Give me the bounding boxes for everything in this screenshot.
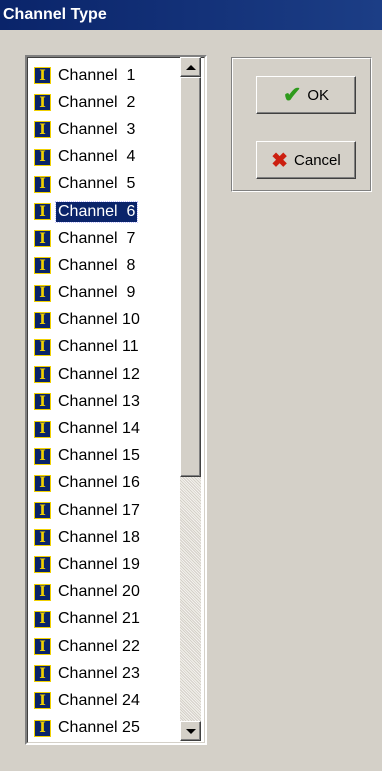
list-item-label: Channel 14 xyxy=(58,420,140,438)
list-item-label: Channel 16 xyxy=(58,474,140,492)
list-item[interactable]: I Channel 1 xyxy=(34,62,179,89)
list-item-label: Channel 2 xyxy=(58,93,136,111)
list-item-label: Channel 21 xyxy=(58,610,140,628)
list-item[interactable]: I Channel 16 xyxy=(34,470,179,497)
list-item-label: Channel 11 xyxy=(58,338,139,356)
channel-type-icon: I xyxy=(34,67,51,85)
channel-type-icon: I xyxy=(34,474,51,492)
channel-type-icon: I xyxy=(34,230,51,248)
list-item[interactable]: I Channel 24 xyxy=(34,687,179,714)
list-item-partial[interactable] xyxy=(34,742,179,743)
channel-type-icon: I xyxy=(34,366,51,384)
list-item[interactable]: I Channel 25 xyxy=(34,715,179,742)
list-item[interactable]: I Channel 22 xyxy=(34,633,179,660)
list-item[interactable]: I Channel 21 xyxy=(34,606,179,633)
channel-type-icon: I xyxy=(34,719,51,737)
list-item[interactable]: I Channel 7 xyxy=(34,225,179,252)
cancel-button-label: Cancel xyxy=(294,151,341,169)
channel-type-icon: I xyxy=(34,692,51,710)
window-title: Channel Type xyxy=(3,6,107,23)
list-item[interactable]: I Channel 14 xyxy=(34,415,179,442)
window-title-bar: Channel Type xyxy=(0,0,382,30)
channel-type-icon: I xyxy=(34,447,51,465)
channel-type-icon: I xyxy=(34,610,51,628)
list-item[interactable]: I Channel 3 xyxy=(34,116,179,143)
list-item-label: Channel 24 xyxy=(58,691,140,709)
list-item[interactable]: I Channel 23 xyxy=(34,660,179,687)
list-item[interactable]: I Channel 6 xyxy=(34,198,179,225)
list-item-label: Channel 4 xyxy=(58,148,136,166)
list-item[interactable]: I Channel 12 xyxy=(34,361,179,388)
list-item[interactable]: I Channel 18 xyxy=(34,524,179,551)
cancel-button[interactable]: ✖ Cancel xyxy=(256,141,356,179)
list-item[interactable]: I Channel 5 xyxy=(34,171,179,198)
list-item-label: Channel 20 xyxy=(58,583,140,601)
list-item[interactable]: I Channel 11 xyxy=(34,334,179,361)
channel-listbox[interactable]: I Channel 1 I Channel 2 I Channel 3 I Channel 4… xyxy=(25,55,207,745)
x-icon: ✖ xyxy=(271,149,289,172)
scroll-down-button[interactable] xyxy=(180,721,201,741)
list-item-label: Channel 6 xyxy=(54,200,139,223)
list-item[interactable]: I Channel 20 xyxy=(34,579,179,606)
list-item-label: Channel 9 xyxy=(58,284,136,302)
list-item-label: Channel 23 xyxy=(58,664,140,682)
list-item-label: Channel 13 xyxy=(58,392,140,410)
list-item-label: Channel 3 xyxy=(58,120,136,138)
ok-button[interactable]: ✔ OK xyxy=(256,76,356,114)
list-item-label: Channel 17 xyxy=(58,501,140,519)
channel-type-icon: I xyxy=(34,148,51,166)
list-item[interactable]: I Channel 17 xyxy=(34,497,179,524)
channel-type-icon: I xyxy=(34,311,51,329)
arrow-down-icon xyxy=(185,728,196,734)
vertical-scrollbar[interactable] xyxy=(180,57,201,741)
list-item[interactable]: I Channel 13 xyxy=(34,388,179,415)
list-item-label: Channel 7 xyxy=(58,229,136,247)
checkmark-icon: ✔ xyxy=(282,82,302,107)
list-item[interactable]: I Channel 10 xyxy=(34,307,179,334)
channel-type-icon: I xyxy=(34,284,51,302)
ok-button-label: OK xyxy=(307,86,330,104)
channel-list: I Channel 1 I Channel 2 I Channel 3 I Channel 4… xyxy=(34,62,179,743)
scroll-up-button[interactable] xyxy=(180,57,201,77)
list-item[interactable]: I Channel 2 xyxy=(34,89,179,116)
list-item-label: Channel 8 xyxy=(58,256,136,274)
list-item-label: Channel 5 xyxy=(58,175,136,193)
channel-type-icon: I xyxy=(34,175,51,193)
scroll-thumb[interactable] xyxy=(180,77,201,477)
channel-type-icon: I xyxy=(34,502,51,520)
channel-type-icon: I xyxy=(34,556,51,574)
channel-type-icon: I xyxy=(34,420,51,438)
channel-type-icon: I xyxy=(34,203,51,221)
list-item[interactable]: I Channel 4 xyxy=(34,144,179,171)
list-item-label: Channel 15 xyxy=(58,447,140,465)
list-item-label: Channel 22 xyxy=(58,637,140,655)
channel-type-icon: I xyxy=(34,257,51,275)
list-item-label: Channel 25 xyxy=(58,719,140,737)
list-item[interactable]: I Channel 15 xyxy=(34,443,179,470)
channel-type-icon: I xyxy=(34,529,51,547)
list-item[interactable]: I Channel 8 xyxy=(34,252,179,279)
arrow-up-icon xyxy=(185,64,196,70)
list-item-label: Channel 12 xyxy=(58,365,140,383)
list-item-label: Channel 18 xyxy=(58,528,140,546)
list-item[interactable]: I Channel 19 xyxy=(34,551,179,578)
list-item-label: Channel 10 xyxy=(58,311,140,329)
channel-type-icon: I xyxy=(34,393,51,411)
channel-type-icon: I xyxy=(34,94,51,112)
channel-type-icon: I xyxy=(34,638,51,656)
channel-type-icon: I xyxy=(34,121,51,139)
channel-type-icon: I xyxy=(34,665,51,683)
list-item[interactable]: I Channel 9 xyxy=(34,280,179,307)
channel-type-icon: I xyxy=(34,583,51,601)
list-item-label: Channel 1 xyxy=(58,66,136,84)
list-item-label: Channel 19 xyxy=(58,555,140,573)
channel-type-icon: I xyxy=(34,338,51,356)
